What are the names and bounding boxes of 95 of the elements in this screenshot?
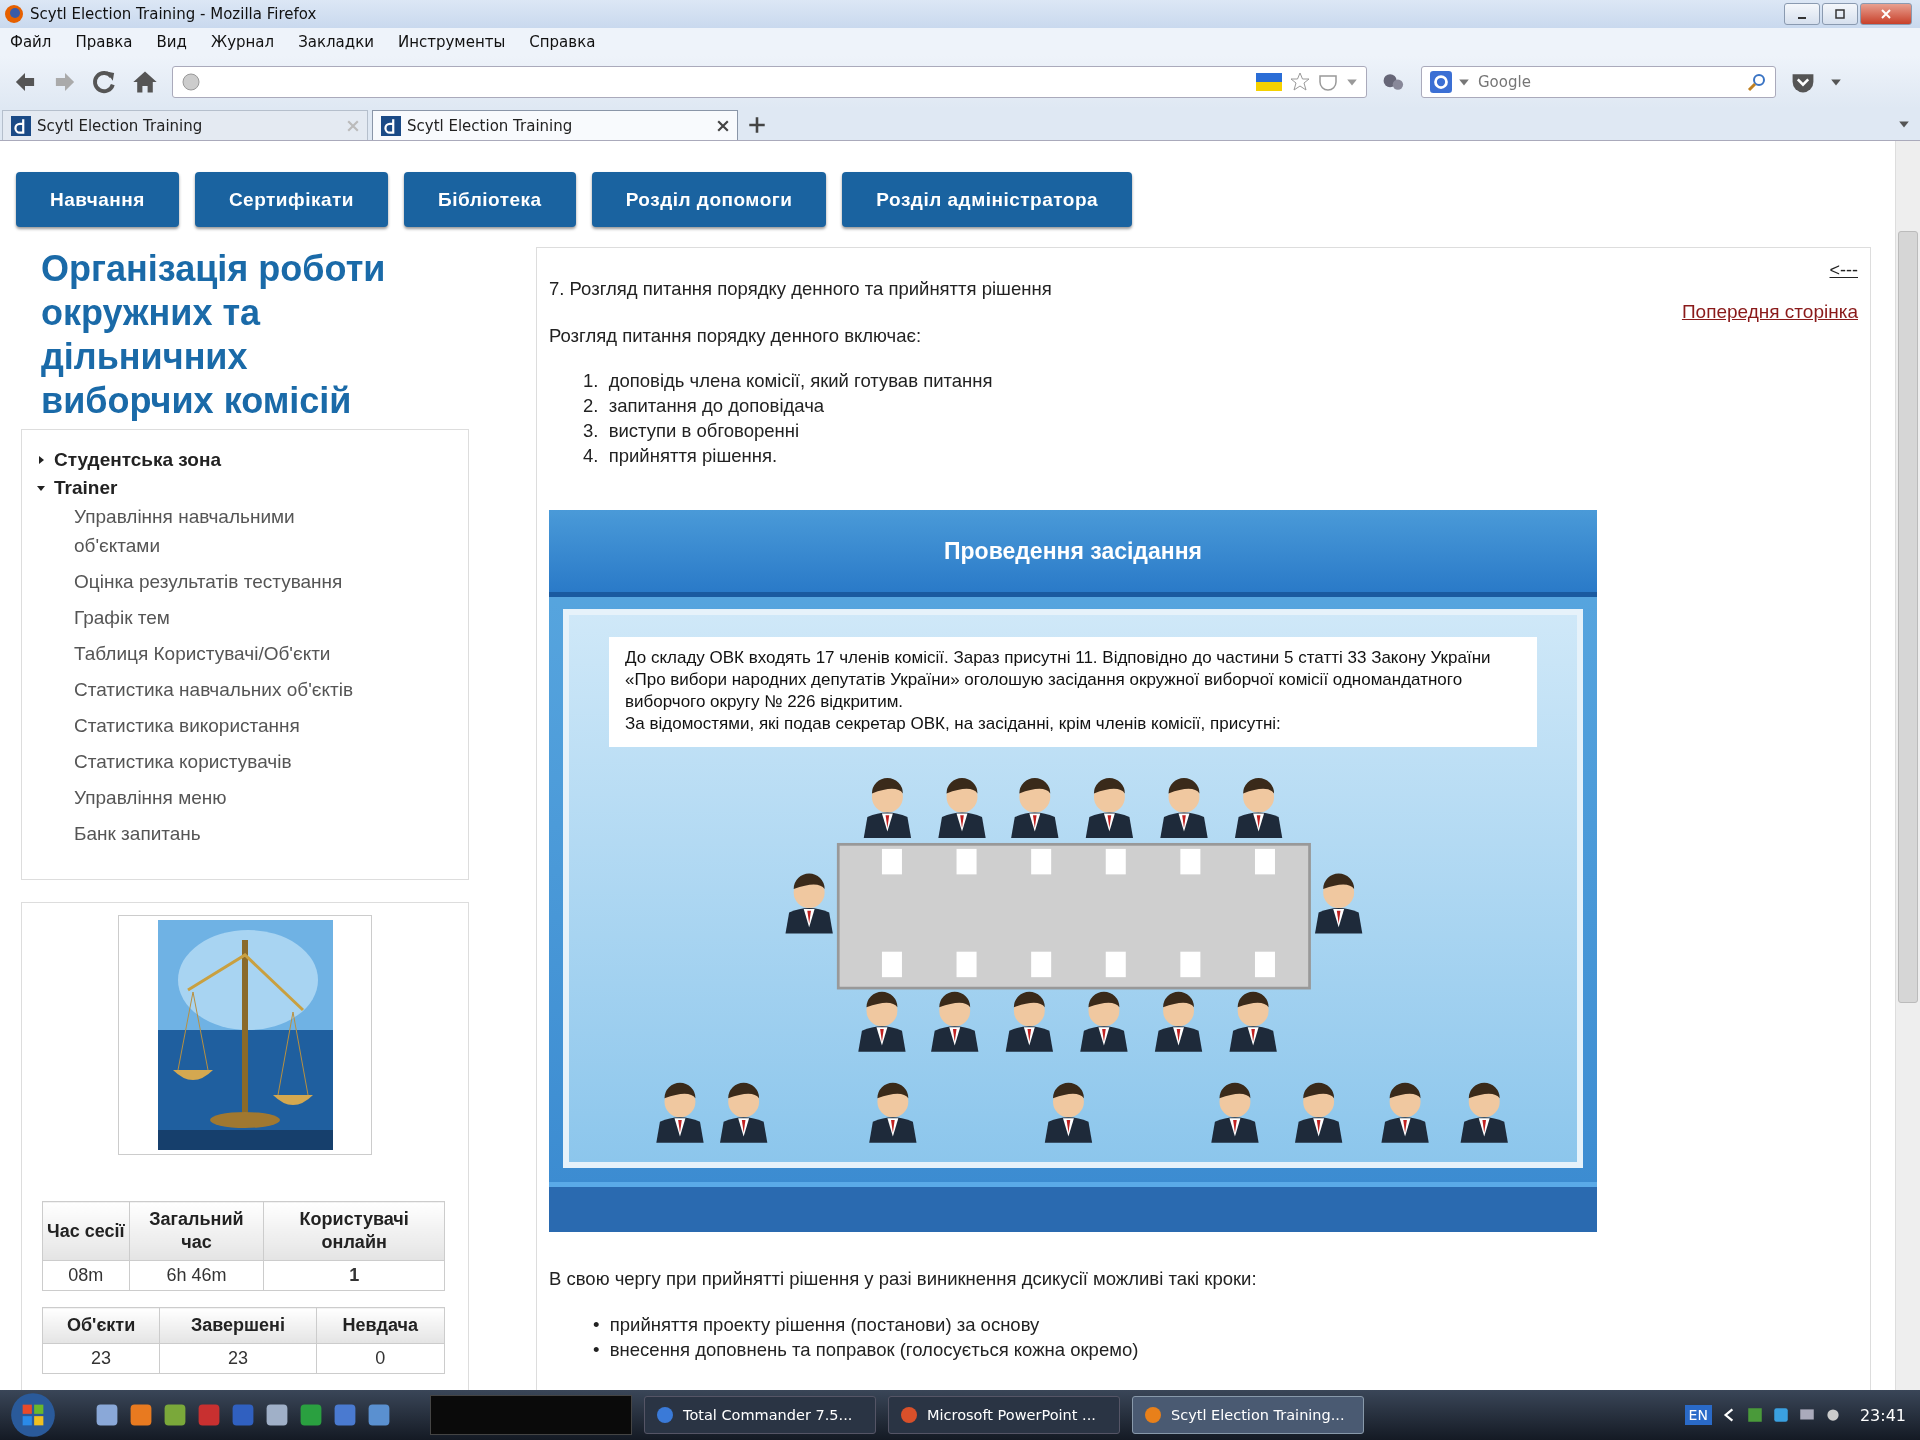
language-indicator[interactable]: EN xyxy=(1684,1405,1712,1425)
table-cell: 1 xyxy=(263,1260,445,1291)
nav-button[interactable]: Розділ допомоги xyxy=(591,172,827,227)
search-engine-icon[interactable] xyxy=(1430,71,1452,93)
bubble-text: За відомостями, які подав секретар ОВК, на засіданні, крім членів комісії, присутні: xyxy=(625,713,1282,735)
new-tab-icon[interactable] xyxy=(748,116,766,134)
network-icon[interactable] xyxy=(1745,1406,1764,1424)
table-cell: 23 xyxy=(159,1343,317,1374)
caret-icon xyxy=(36,483,46,493)
app-icon[interactable] xyxy=(128,1402,154,1428)
paragraph: Розгляд питання порядку денного включає: xyxy=(549,325,923,347)
taskbar-button[interactable]: Scytl Election Training... xyxy=(1132,1396,1364,1434)
column-header: Час сесії xyxy=(42,1201,130,1261)
table-cell: 23 xyxy=(42,1343,160,1374)
close-button[interactable] xyxy=(1860,3,1912,25)
list-item: • внесення доповнень та поправок (голосується кожна окремо) xyxy=(593,1338,1139,1360)
column-header: Загальний час xyxy=(129,1201,264,1261)
table-cell: 0 xyxy=(316,1343,445,1374)
column-header: Невдача xyxy=(316,1307,445,1344)
app-icon[interactable] xyxy=(298,1402,324,1428)
caret-icon xyxy=(36,455,46,465)
tree-item[interactable]: Управління меню xyxy=(22,783,468,812)
taskbar-button[interactable]: Microsoft PowerPoint ... xyxy=(888,1396,1120,1434)
firefox-icon xyxy=(4,4,24,24)
bubble-text: До складу ОВК входять 17 членів комісії. Зараз присутні 11. Відповідно до частини 5 статті 33 Закону України «Про вибори народних депутатів України» оголошую засідання окружної виборчої комісії одномандатного виборчого округу № 226 відкритим. xyxy=(625,647,1492,713)
reload-icon[interactable] xyxy=(92,69,118,95)
site-icon xyxy=(381,115,401,136)
globe-icon xyxy=(181,72,201,92)
tree-item[interactable]: Таблиця Користувачі/Об'єкти xyxy=(22,639,468,668)
address-field[interactable] xyxy=(172,66,1367,98)
nav-button[interactable]: Навчання xyxy=(16,172,179,227)
app-icon[interactable] xyxy=(1771,1406,1790,1424)
menu-item[interactable]: Правка xyxy=(75,33,133,51)
browser-tab[interactable]: Scytl Election Training xyxy=(372,110,738,140)
list-item: 2. запитання до доповідача xyxy=(583,395,825,416)
app-icon xyxy=(655,1405,675,1425)
nav-button[interactable]: Сертифікати xyxy=(194,172,388,227)
search-icon[interactable] xyxy=(1747,72,1767,92)
sidebar-title: Організація роботи окружних та дільничних виборчих комісій xyxy=(40,247,387,423)
slide-title: Проведення засідання xyxy=(549,510,1597,597)
close-icon[interactable] xyxy=(717,119,729,132)
window-title: Scytl Election Training - Mozilla Firefox xyxy=(30,5,317,23)
close-icon xyxy=(1881,9,1891,19)
app-icon[interactable] xyxy=(332,1402,358,1428)
menu-item[interactable]: Закладки xyxy=(298,33,374,51)
column-header: Завершені xyxy=(159,1307,317,1344)
tree-item[interactable]: Оцінка результатів тестування xyxy=(22,567,468,596)
search-bar[interactable]: Google xyxy=(1421,66,1776,98)
list-item: 4. прийняття рішення. xyxy=(583,445,778,466)
taskbar-button[interactable]: Total Commander 7.5... xyxy=(644,1396,876,1434)
flag-icon xyxy=(1256,73,1282,91)
maximize-button[interactable] xyxy=(1822,3,1858,25)
nav-button[interactable]: Розділ адміністратора xyxy=(842,172,1133,227)
app-icon[interactable] xyxy=(162,1402,188,1428)
menu-item[interactable]: Инструменты xyxy=(397,33,506,51)
app-icon xyxy=(899,1405,919,1425)
tree-item[interactable]: Управління навчальними об'єктами xyxy=(22,502,468,560)
star-icon[interactable] xyxy=(1290,72,1310,92)
tree-item[interactable]: Графік тем xyxy=(22,603,468,632)
paragraph: В свою чергу при прийнятті рішення у разі виникнення дсикусії можливі такі кроки: xyxy=(549,1267,1258,1290)
list-item: 1. доповідь члена комісії, який готував питання xyxy=(583,370,993,391)
tree-item[interactable]: Банк запитань xyxy=(22,819,468,848)
previous-page-link[interactable]: Попередня сторінка xyxy=(1681,301,1858,323)
minimize-button[interactable] xyxy=(1784,3,1820,25)
tree-item[interactable]: Статистика використання xyxy=(22,711,468,740)
column-header: Користувачі онлайн xyxy=(263,1201,445,1261)
section-heading: 7. Розгляд питання порядку денного та прийняття рішення xyxy=(549,278,1053,300)
list-item: 3. виступи в обговоренні xyxy=(583,420,800,441)
tree-item[interactable]: Статистика користувачів xyxy=(22,747,468,776)
app-icon[interactable] xyxy=(196,1402,222,1428)
tree-item[interactable]: Trainer xyxy=(22,474,468,502)
menu-item[interactable]: Файл xyxy=(10,33,52,51)
menu-item[interactable]: Справка xyxy=(529,33,596,51)
app-icon[interactable] xyxy=(264,1402,290,1428)
table-cell: 6h 46m xyxy=(129,1260,264,1291)
maximize-icon xyxy=(1835,9,1845,19)
back-link[interactable]: <--- xyxy=(1829,260,1858,281)
start-button[interactable] xyxy=(10,1392,56,1438)
menu-item[interactable]: Журнал xyxy=(210,33,275,51)
menu-item[interactable]: Вид xyxy=(156,33,187,51)
home-icon[interactable] xyxy=(132,69,158,95)
clock: 23:41 xyxy=(1859,1405,1906,1425)
app-icon xyxy=(1143,1405,1163,1425)
app-icon[interactable] xyxy=(94,1402,120,1428)
table-cell: 08m xyxy=(42,1260,130,1291)
minimize-icon xyxy=(1798,17,1806,19)
tree-item[interactable]: Статистика навчальних об'єктів xyxy=(22,675,468,704)
app-icon[interactable] xyxy=(366,1402,392,1428)
list-item: • прийняття проекту рішення (постанови) за основу xyxy=(593,1313,1040,1335)
column-header: Об'єкти xyxy=(42,1307,160,1344)
tree-item[interactable]: Студентська зона xyxy=(22,446,468,474)
browser-tab[interactable]: Scytl Election Training xyxy=(2,110,368,140)
site-icon xyxy=(11,115,31,136)
scrollbar[interactable] xyxy=(1895,141,1920,1390)
nav-button[interactable]: Бібліотека xyxy=(404,172,576,227)
